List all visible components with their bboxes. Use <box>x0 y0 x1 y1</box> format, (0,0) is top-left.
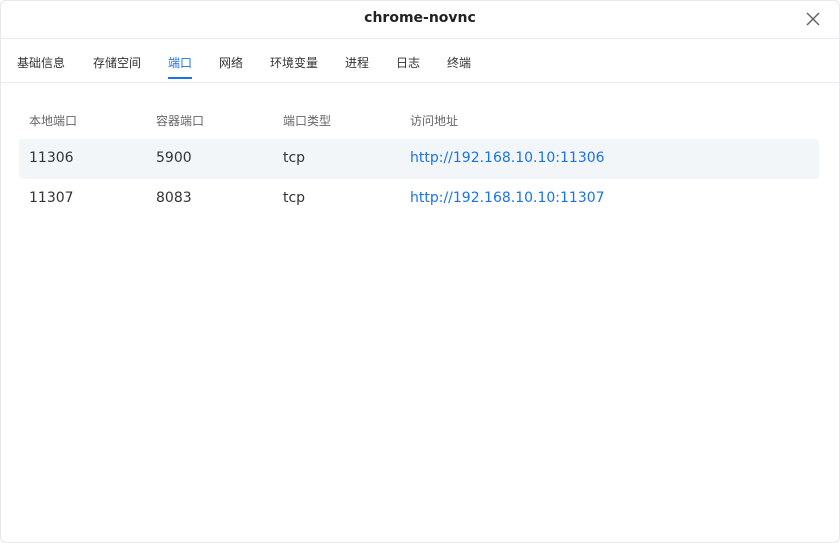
close-icon[interactable] <box>803 9 823 29</box>
header-container-port: 容器端口 <box>156 114 205 128</box>
tab-basic-info[interactable]: 基础信息 <box>17 54 65 79</box>
tab-logs[interactable]: 日志 <box>396 54 420 79</box>
local-port-cell: 11306 <box>29 150 74 166</box>
header-port-type: 端口类型 <box>283 114 332 128</box>
table-header: 本地端口 容器端口 端口类型 访问地址 <box>19 101 819 139</box>
dialog-title: chrome-novnc <box>364 10 476 26</box>
ports-table: 本地端口 容器端口 端口类型 访问地址 11306 5900 tcp http:… <box>19 101 819 219</box>
port-type-cell: tcp <box>283 150 306 166</box>
tab-terminal[interactable]: 终端 <box>447 54 471 79</box>
tab-env-vars[interactable]: 环境变量 <box>270 54 318 79</box>
container-port-cell: 8083 <box>156 190 192 206</box>
container-detail-dialog: chrome-novnc 基础信息 存储空间 端口 网络 环境变量 进程 日志 … <box>0 0 840 543</box>
table-row: 11306 5900 tcp http://192.168.10.10:1130… <box>19 139 819 179</box>
tab-processes[interactable]: 进程 <box>345 54 369 79</box>
header-local-port: 本地端口 <box>29 114 78 128</box>
container-port-cell: 5900 <box>156 150 192 166</box>
dialog-titlebar: chrome-novnc <box>1 1 839 39</box>
table-row: 11307 8083 tcp http://192.168.10.10:1130… <box>19 179 819 219</box>
tab-storage[interactable]: 存储空间 <box>93 54 141 79</box>
access-url-link[interactable]: http://192.168.10.10:11307 <box>410 190 605 206</box>
access-url-link[interactable]: http://192.168.10.10:11306 <box>410 150 605 166</box>
tab-bar: 基础信息 存储空间 端口 网络 环境变量 进程 日志 终端 <box>1 39 839 83</box>
header-access-url: 访问地址 <box>410 114 459 128</box>
tab-ports[interactable]: 端口 <box>168 54 193 79</box>
tab-network[interactable]: 网络 <box>219 54 243 79</box>
port-type-cell: tcp <box>283 190 306 206</box>
local-port-cell: 11307 <box>29 190 74 206</box>
